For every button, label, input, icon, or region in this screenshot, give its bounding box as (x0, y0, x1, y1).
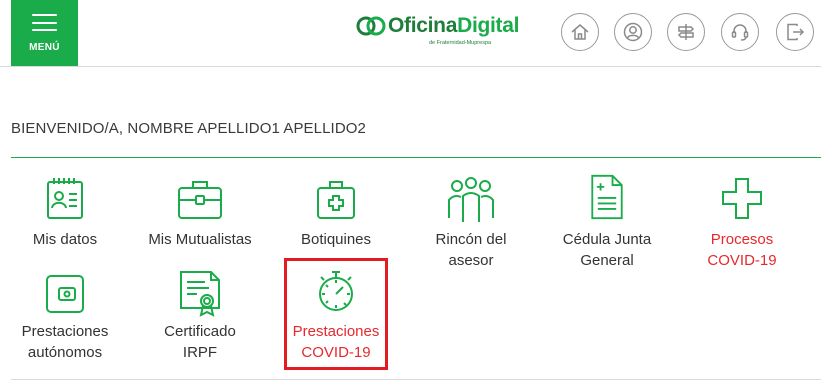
signpost-icon (677, 24, 695, 40)
tile-prestaciones-autonomos[interactable]: Prestaciones autónomos (11, 266, 119, 366)
first-aid-kit-icon (317, 181, 355, 219)
profile-button[interactable] (614, 13, 652, 51)
logout-button[interactable] (776, 13, 814, 51)
document-plus-icon (591, 174, 623, 220)
welcome-message: BIENVENIDO/A, NOMBRE APELLIDO1 APELLIDO2 (11, 120, 366, 137)
logo-mark-icon (356, 16, 386, 36)
tile-mis-datos[interactable]: Mis datos (11, 172, 119, 272)
group-people-icon (448, 177, 494, 222)
tile-botiquines[interactable]: Botiquines (282, 172, 390, 272)
tile-cedula-junta-general[interactable]: Cédula Junta General (553, 172, 661, 272)
briefcase-icon (178, 181, 222, 219)
wallet-icon (46, 275, 84, 313)
support-button[interactable] (721, 13, 759, 51)
tile-label: Certificado IRPF (164, 323, 236, 361)
tile-label: Mis Mutualistas (148, 231, 252, 248)
home-button[interactable] (561, 13, 599, 51)
headset-icon (731, 24, 749, 41)
selection-highlight (284, 258, 388, 370)
tile-label: Procesos COVID-19 (707, 231, 777, 269)
id-card-icon (47, 178, 83, 219)
medical-cross-icon (722, 178, 762, 219)
certificate-icon (180, 271, 220, 317)
tile-label: Cédula Junta General (562, 231, 652, 269)
logo-brand: OficinaDigital (388, 14, 520, 37)
top-divider (11, 157, 821, 158)
logo-tagline: de Fraternidad-Muprespa (429, 40, 492, 46)
tile-label: Botiquines (300, 231, 372, 248)
tile-procesos-covid-19[interactable]: Procesos COVID-19 (688, 172, 796, 272)
menu-label: MENÚ (29, 42, 60, 53)
tile-certificado-irpf[interactable]: Certificado IRPF (146, 266, 254, 366)
tile-label: Prestaciones autónomos (21, 323, 109, 361)
directions-button[interactable] (667, 13, 705, 51)
home-icon (571, 24, 589, 40)
tile-label: Mis datos (32, 231, 98, 248)
hamburger-icon (32, 14, 57, 31)
tile-label: Rincón del asesor (435, 231, 507, 269)
app-logo[interactable]: OficinaDigital de Fraternidad-Muprespa (356, 13, 520, 53)
user-icon (623, 22, 643, 42)
top-header: MENÚ OficinaDigital de Fraternidad-Mupre… (0, 0, 821, 67)
tile-rincon-del-asesor[interactable]: Rincón del asesor (417, 172, 525, 272)
logout-icon (787, 23, 805, 41)
menu-button[interactable]: MENÚ (11, 0, 78, 66)
tile-mis-mutualistas[interactable]: Mis Mutualistas (146, 172, 254, 272)
bottom-divider (11, 379, 821, 380)
